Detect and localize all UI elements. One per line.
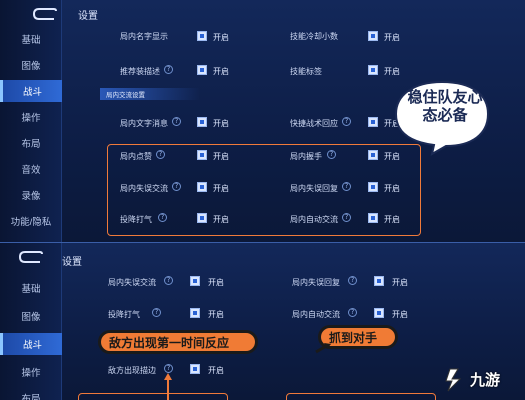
setting-label: 局内失误回复 [290, 184, 338, 193]
setting-label: 局内自动交流 [290, 215, 338, 224]
setting-state: 开启 [384, 184, 400, 193]
settings-panel-top: 基础 图像 战斗 操作 布局 音效 录像 功能/隐私 设置 局内名字显示 开启 … [0, 0, 525, 242]
sidebar-item-controls[interactable]: 操作 [0, 106, 62, 128]
help-icon[interactable]: ? [342, 182, 351, 191]
setting-state: 开启 [213, 67, 229, 76]
back-button[interactable] [16, 250, 44, 264]
sidebar-item-controls[interactable]: 操作 [0, 361, 62, 383]
nine-game-logo-icon [445, 368, 462, 392]
sidebar-item-graphics[interactable]: 图像 [0, 54, 62, 76]
setting-state: 开启 [208, 278, 224, 287]
help-icon[interactable]: ? [348, 276, 357, 285]
highlight-box [286, 393, 436, 400]
sidebar-item-layout[interactable]: 布局 [0, 132, 62, 154]
speech-bubble-text: 稳住队友心态必备 [407, 88, 483, 124]
setting-checkbox[interactable] [197, 31, 207, 41]
setting-label: 推荐装描述 [120, 67, 160, 76]
help-icon[interactable]: ? [172, 182, 181, 191]
help-icon[interactable]: ? [158, 213, 167, 222]
setting-label: 技能冷却小数 [290, 32, 338, 41]
setting-checkbox[interactable] [368, 31, 378, 41]
setting-label: 局内失误交流 [108, 278, 156, 287]
help-icon[interactable]: ? [172, 117, 181, 126]
setting-label: 局内失误交流 [120, 184, 168, 193]
setting-checkbox[interactable] [190, 308, 200, 318]
back-button[interactable] [30, 7, 58, 21]
setting-checkbox[interactable] [368, 117, 378, 127]
setting-checkbox[interactable] [197, 117, 207, 127]
setting-checkbox[interactable] [368, 213, 378, 223]
setting-label: 局内失误回复 [292, 278, 340, 287]
setting-state: 开启 [213, 119, 229, 128]
sidebar-item-privacy[interactable]: 功能/隐私 [0, 210, 62, 232]
setting-checkbox[interactable] [374, 276, 384, 286]
help-icon[interactable]: ? [342, 117, 351, 126]
setting-state: 开启 [384, 67, 400, 76]
help-icon[interactable]: ? [342, 213, 351, 222]
watermark-text: 九游 [470, 370, 501, 389]
watermark: 九游 [440, 362, 522, 396]
help-icon[interactable]: ? [348, 308, 357, 317]
setting-checkbox[interactable] [197, 65, 207, 75]
setting-checkbox[interactable] [368, 65, 378, 75]
help-icon[interactable]: ? [164, 276, 173, 285]
setting-checkbox[interactable] [197, 213, 207, 223]
section-header: 局内交流设置 [106, 92, 145, 99]
setting-checkbox[interactable] [368, 182, 378, 192]
help-icon[interactable]: ? [156, 150, 165, 159]
setting-checkbox[interactable] [197, 150, 207, 160]
setting-state: 开启 [213, 152, 229, 161]
setting-checkbox[interactable] [374, 308, 384, 318]
setting-label: 局内名字显示 [120, 32, 168, 41]
setting-checkbox[interactable] [190, 364, 200, 374]
setting-state: 开启 [384, 33, 400, 42]
callout-label: 敌方出现第一时间反应 [98, 330, 258, 354]
setting-label: 技能标签 [290, 67, 322, 76]
setting-label: 局内点赞 [120, 152, 152, 161]
sidebar-item-basic[interactable]: 基础 [0, 277, 62, 299]
setting-label: 投降打气 [108, 310, 140, 319]
sidebar-item-combat[interactable]: 战斗 [0, 80, 62, 102]
setting-state: 开启 [213, 33, 229, 42]
sidebar-item-graphics[interactable]: 图像 [0, 305, 62, 327]
back-arrow-icon [33, 8, 57, 20]
sidebar-item-basic[interactable]: 基础 [0, 28, 62, 50]
speech-bubble: 稳住队友心态必备 [392, 78, 492, 156]
page-title: 设置 [78, 11, 98, 22]
settings-sidebar: 基础 图像 战斗 操作 布局 音效 录像 功能/隐私 [0, 0, 62, 242]
setting-state: 开启 [392, 310, 408, 319]
highlight-box [78, 393, 228, 400]
setting-label: 局内文字消息 [120, 119, 168, 128]
sidebar-item-replay[interactable]: 录像 [0, 184, 62, 206]
setting-state: 开启 [208, 366, 224, 375]
setting-label: 局内握手 [290, 152, 322, 161]
setting-label: 局内自动交流 [292, 310, 340, 319]
help-icon[interactable]: ? [327, 150, 336, 159]
sidebar-item-layout[interactable]: 布局 [0, 387, 62, 400]
setting-label: 敌方出现描边 [108, 366, 156, 375]
setting-checkbox[interactable] [368, 150, 378, 160]
setting-label: 快捷战术回应 [290, 119, 338, 128]
sidebar-item-sound[interactable]: 音效 [0, 158, 62, 180]
page-title: 设置 [62, 257, 82, 268]
setting-state: 开启 [213, 184, 229, 193]
back-arrow-icon [19, 251, 43, 263]
setting-state: 开启 [392, 278, 408, 287]
help-icon[interactable]: ? [164, 65, 173, 74]
screenshot-root: 基础 图像 战斗 操作 布局 音效 录像 功能/隐私 设置 局内名字显示 开启 … [0, 0, 525, 400]
setting-checkbox[interactable] [190, 276, 200, 286]
sidebar-item-combat[interactable]: 战斗 [0, 333, 62, 355]
up-arrow-icon [164, 373, 172, 400]
setting-state: 开启 [208, 310, 224, 319]
setting-checkbox[interactable] [197, 182, 207, 192]
setting-state: 开启 [213, 215, 229, 224]
help-icon[interactable]: ? [152, 308, 161, 317]
setting-label: 投降打气 [120, 215, 152, 224]
setting-state: 开启 [384, 215, 400, 224]
pointer-arrow-icon [315, 343, 331, 354]
settings-sidebar: 基础 图像 战斗 操作 布局 [0, 243, 62, 400]
